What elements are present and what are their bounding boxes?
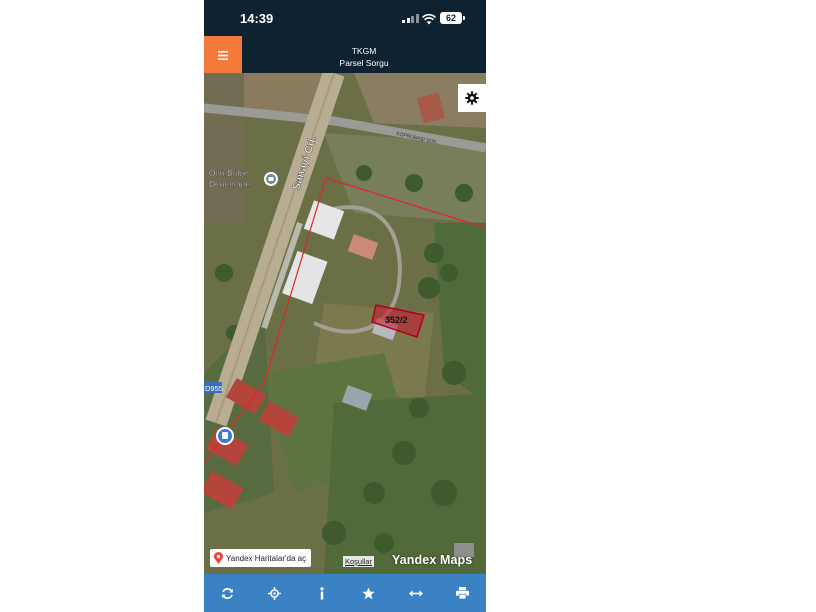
title-line-1: TKGM <box>351 46 377 56</box>
poi-pin-icon <box>264 172 278 186</box>
measure-icon <box>408 589 423 597</box>
hamburger-icon <box>218 50 228 60</box>
phone-screen: 14:39 62 TKGM Parsel Sorgu 352/2 Sanayi … <box>204 0 486 612</box>
terrain-patch <box>204 73 244 223</box>
page-title: TKGM Parsel Sorgu <box>242 45 486 69</box>
info-icon <box>319 586 324 599</box>
locate-button[interactable] <box>260 578 290 608</box>
status-bar: 14:39 62 <box>204 0 486 36</box>
route-badge-label: D955 <box>205 384 223 393</box>
poi-label-line1: Oltu Bölge <box>209 168 249 178</box>
print-button[interactable] <box>448 578 478 608</box>
terms-link[interactable]: Koşullar <box>343 556 375 567</box>
locate-icon <box>268 586 281 600</box>
settings-button[interactable] <box>458 84 486 112</box>
info-button[interactable] <box>307 578 337 608</box>
open-yandex-button[interactable]: Yandex Haritalar'da aç <box>210 549 312 567</box>
bottom-toolbar <box>204 574 486 612</box>
favorite-button[interactable] <box>354 578 384 608</box>
poi-label-line2: Denetleme <box>209 179 250 189</box>
refresh-button[interactable] <box>213 578 243 608</box>
refresh-icon <box>222 587 233 599</box>
satellite-map[interactable]: 352/2 Sanayi Cd. KÖPRÜBAŞI SOK. Oltu Böl… <box>204 73 486 574</box>
battery-icon: 62 <box>440 12 465 24</box>
yandex-attribution: Yandex Maps <box>392 553 473 567</box>
open-yandex-label: Yandex Haritalar'da aç <box>226 553 307 563</box>
location-pin-icon <box>216 427 234 445</box>
menu-button[interactable] <box>204 36 242 73</box>
map-pin-icon <box>214 552 223 564</box>
title-line-2: Parsel Sorgu <box>339 58 389 68</box>
parcel-label: 352/2 <box>385 315 408 325</box>
gear-icon <box>465 91 479 105</box>
measure-button[interactable] <box>401 578 431 608</box>
print-icon <box>456 587 469 599</box>
app-header: TKGM Parsel Sorgu <box>204 36 486 73</box>
status-time: 14:39 <box>240 11 274 26</box>
wifi-icon <box>422 12 436 30</box>
star-icon <box>362 587 375 599</box>
signal-icon <box>402 14 419 23</box>
